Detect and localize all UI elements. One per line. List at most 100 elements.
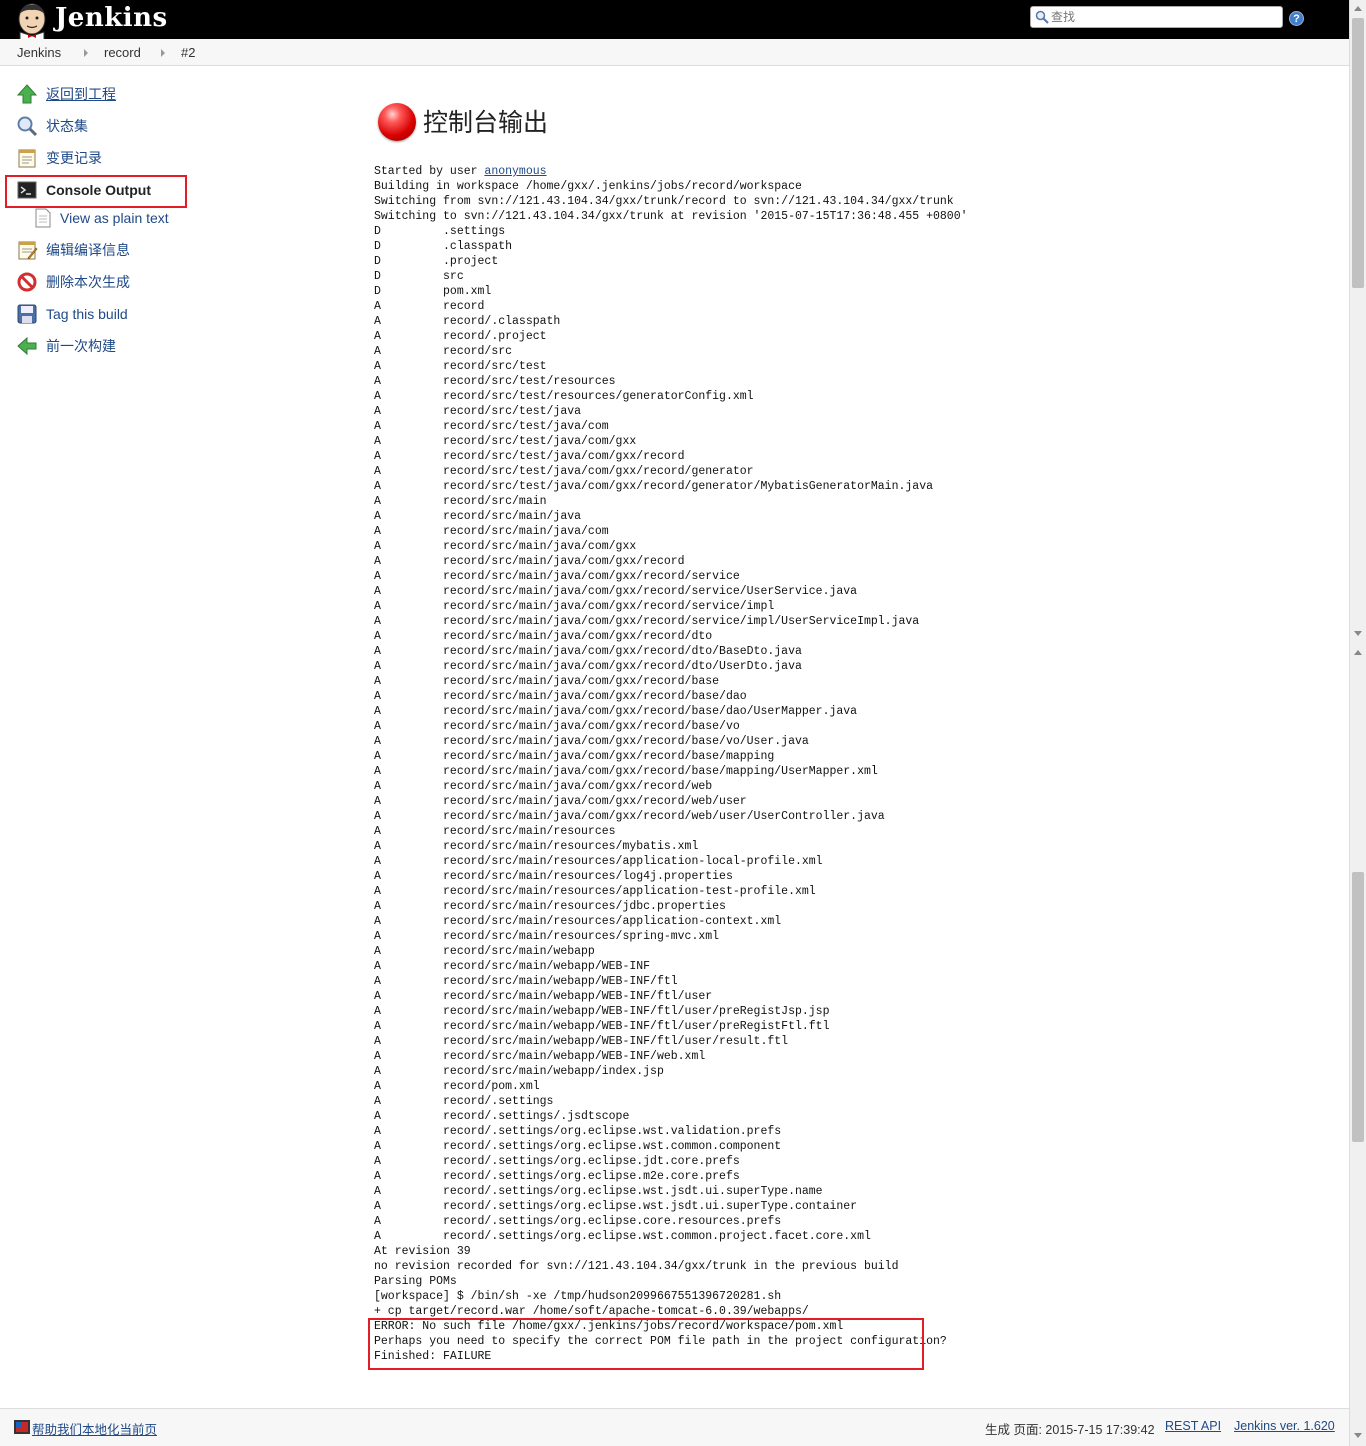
console-line: A record/src/main/resources/application-… xyxy=(374,915,782,928)
highlight-box xyxy=(368,1318,924,1370)
sidebar-item-label[interactable]: 前一次构建 xyxy=(46,336,116,356)
sidebar-item-console-output[interactable]: Console Output xyxy=(16,178,151,202)
sidebar-item-previous-build[interactable]: 前一次构建 xyxy=(16,334,116,358)
console-line: A record/src/main/webapp/WEB-INF/ftl/use… xyxy=(374,1035,789,1048)
scroll-up-icon[interactable] xyxy=(1354,650,1362,655)
console-line: A record/src/main/java/com/gxx/record/se… xyxy=(374,570,740,583)
console-line: A record/src/main/webapp/WEB-INF/ftl/use… xyxy=(374,1005,830,1018)
search-input[interactable] xyxy=(1051,8,1277,26)
console-line: A record/src/main/webapp xyxy=(374,945,595,958)
edit-notepad-icon xyxy=(18,241,38,260)
console-line: D .project xyxy=(374,255,499,268)
console-line: A record/src/main/java/com xyxy=(374,525,609,538)
console-line: A record/src/main/webapp/WEB-INF/web.xml xyxy=(374,1050,706,1063)
breadcrumb-build-2[interactable]: #2 xyxy=(181,45,195,60)
up-arrow-icon xyxy=(16,84,38,104)
breadcrumb-separator-icon[interactable] xyxy=(161,49,165,57)
console-line: A record/.settings/org.eclipse.m2e.core.… xyxy=(374,1170,740,1183)
rest-api-link[interactable]: REST API xyxy=(1165,1419,1221,1433)
console-line: Building in workspace /home/gxx/.jenkins… xyxy=(374,180,802,193)
console-line: A record/.settings/org.eclipse.wst.jsdt.… xyxy=(374,1185,823,1198)
sidebar-item-back-to-project[interactable]: 返回到工程 xyxy=(16,82,116,106)
console-line: A record/src/test/java/com/gxx/record/ge… xyxy=(374,465,754,478)
page-generated-text: 生成 页面: 2015-7-15 17:39:42 xyxy=(985,1423,1155,1437)
left-arrow-icon xyxy=(17,336,37,356)
console-line: A record/src/main xyxy=(374,495,547,508)
console-line: A record/src/main/java/com/gxx/record/ba… xyxy=(374,705,858,718)
console-line: A record/.classpath xyxy=(374,315,561,328)
scroll-down-icon[interactable] xyxy=(1354,1433,1362,1438)
breadcrumb-separator-icon[interactable] xyxy=(84,49,88,57)
console-line: A record/.settings/org.eclipse.wst.commo… xyxy=(374,1140,782,1153)
console-line: A record/src/main/java/com/gxx/record/we… xyxy=(374,795,747,808)
console-lines: Building in workspace /home/gxx/.jenkins… xyxy=(374,179,968,1364)
sidebar-item-tag-build[interactable]: Tag this build xyxy=(16,302,128,326)
console-line: A record/.settings/.jsdtscope xyxy=(374,1110,630,1123)
console-line: D .classpath xyxy=(374,240,513,253)
vertical-scrollbar[interactable] xyxy=(1349,0,1366,1446)
console-line: A record/.settings/org.eclipse.wst.commo… xyxy=(374,1230,871,1243)
jenkins-version-link[interactable]: Jenkins ver. 1.620 xyxy=(1234,1419,1335,1433)
console-line: D pom.xml xyxy=(374,285,492,298)
user-link[interactable]: anonymous xyxy=(484,165,546,178)
jenkins-butler-logo-icon[interactable] xyxy=(14,2,50,40)
console-line: A record/src xyxy=(374,345,513,358)
search-icon xyxy=(1035,10,1049,24)
console-line: A record/.settings/org.eclipse.wst.valid… xyxy=(374,1125,782,1138)
sidebar-item-label[interactable]: 编辑编译信息 xyxy=(46,240,130,260)
breadcrumb-record[interactable]: record xyxy=(104,45,141,60)
scrollbar-thumb[interactable] xyxy=(1352,872,1364,1142)
console-line: Parsing POMs xyxy=(374,1275,457,1288)
sidebar-item-view-plain-text[interactable]: View as plain text xyxy=(34,206,169,230)
terminal-icon xyxy=(17,181,37,199)
console-line: A record/src/main/webapp/WEB-INF/ftl/use… xyxy=(374,1020,830,1033)
sidebar-item-label[interactable]: View as plain text xyxy=(60,210,169,226)
console-line: A record/src/main/resources/mybatis.xml xyxy=(374,840,699,853)
console-text: Started by user xyxy=(374,165,485,178)
console-line: A record/.settings/org.eclipse.core.reso… xyxy=(374,1215,782,1228)
sidebar-item-label[interactable]: 变更记录 xyxy=(46,148,102,168)
console-line: A record/src/main/java/com/gxx/record/ba… xyxy=(374,675,720,688)
sidebar-item-status[interactable]: 状态集 xyxy=(16,114,88,138)
sidebar-item-changes[interactable]: 变更记录 xyxy=(16,146,102,170)
help-icon[interactable]: ? xyxy=(1289,11,1304,26)
console-line: A record/src/main/java/com/gxx/record/ba… xyxy=(374,750,775,763)
sidebar-item-label[interactable]: Tag this build xyxy=(46,306,128,322)
localization-flag-icon xyxy=(14,1420,30,1434)
console-line: A record/src/main/java/com/gxx/record/se… xyxy=(374,615,920,628)
console-line: A record/src/test/java/com/gxx xyxy=(374,435,637,448)
sidebar-item-label[interactable]: 删除本次生成 xyxy=(46,272,130,292)
console-line: [workspace] $ /bin/sh -xe /tmp/hudson209… xyxy=(374,1290,782,1303)
localize-link[interactable]: 帮助我们本地化当前页 xyxy=(32,1419,157,1438)
sidebar-item-label[interactable]: Console Output xyxy=(46,182,151,198)
console-line: A record xyxy=(374,300,485,313)
console-line: A record/src/main/resources/spring-mvc.x… xyxy=(374,930,720,943)
console-line: A record/src/main/webapp/WEB-INF/ftl/use… xyxy=(374,990,713,1003)
sidebar-item-delete-build[interactable]: 删除本次生成 xyxy=(16,270,130,294)
sidebar-item-label[interactable]: 状态集 xyxy=(46,116,88,136)
breadcrumb-jenkins[interactable]: Jenkins xyxy=(17,45,61,60)
console-line: A record/src/test/resources xyxy=(374,375,616,388)
scroll-up-icon[interactable] xyxy=(1354,6,1362,11)
console-line: A record/src/main/java/com/gxx/record/ba… xyxy=(374,720,740,733)
console-line: A record/src/main/java/com/gxx/record/dt… xyxy=(374,660,802,673)
console-line: A record/src/test/java/com/gxx/record/ge… xyxy=(374,480,933,493)
console-line: Switching to svn://121.43.104.34/gxx/tru… xyxy=(374,210,968,223)
console-line: no revision recorded for svn://121.43.10… xyxy=(374,1260,899,1273)
console-line: A record/src/test/java xyxy=(374,405,582,418)
console-line: D src xyxy=(374,270,464,283)
magnifier-icon xyxy=(17,116,38,137)
top-header: Jenkins ? xyxy=(0,0,1349,40)
console-line: A record/src/test xyxy=(374,360,547,373)
sidebar-item-label[interactable]: 返回到工程 xyxy=(46,84,116,104)
scrollbar-thumb[interactable] xyxy=(1352,18,1364,288)
scroll-down-icon[interactable] xyxy=(1354,631,1362,636)
console-line: A record/src/main/resources/application-… xyxy=(374,855,823,868)
breadcrumb: Jenkins record #2 xyxy=(0,39,1349,66)
console-line: A record/src/main/java/com/gxx/record/ba… xyxy=(374,735,809,748)
sidebar-item-edit-build-info[interactable]: 编辑编译信息 xyxy=(16,238,130,262)
console-line: Started by user anonymous xyxy=(374,164,968,179)
search-box[interactable] xyxy=(1030,6,1283,28)
console-line: A record/src/main/resources/log4j.proper… xyxy=(374,870,733,883)
jenkins-logo-text[interactable]: Jenkins xyxy=(55,3,168,33)
